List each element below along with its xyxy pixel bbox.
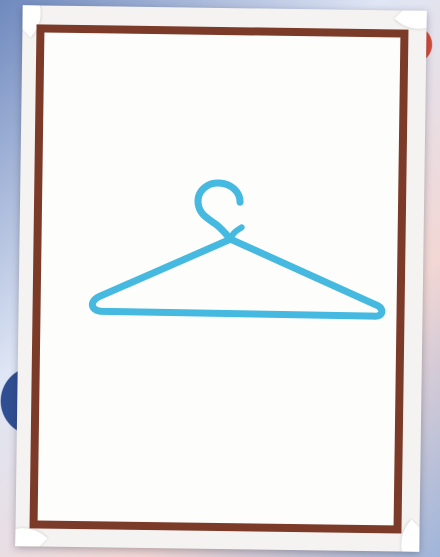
photo-card [15,5,427,552]
hanger-icon [88,179,386,320]
photo-frame [29,24,409,534]
photo-scene [0,0,440,557]
